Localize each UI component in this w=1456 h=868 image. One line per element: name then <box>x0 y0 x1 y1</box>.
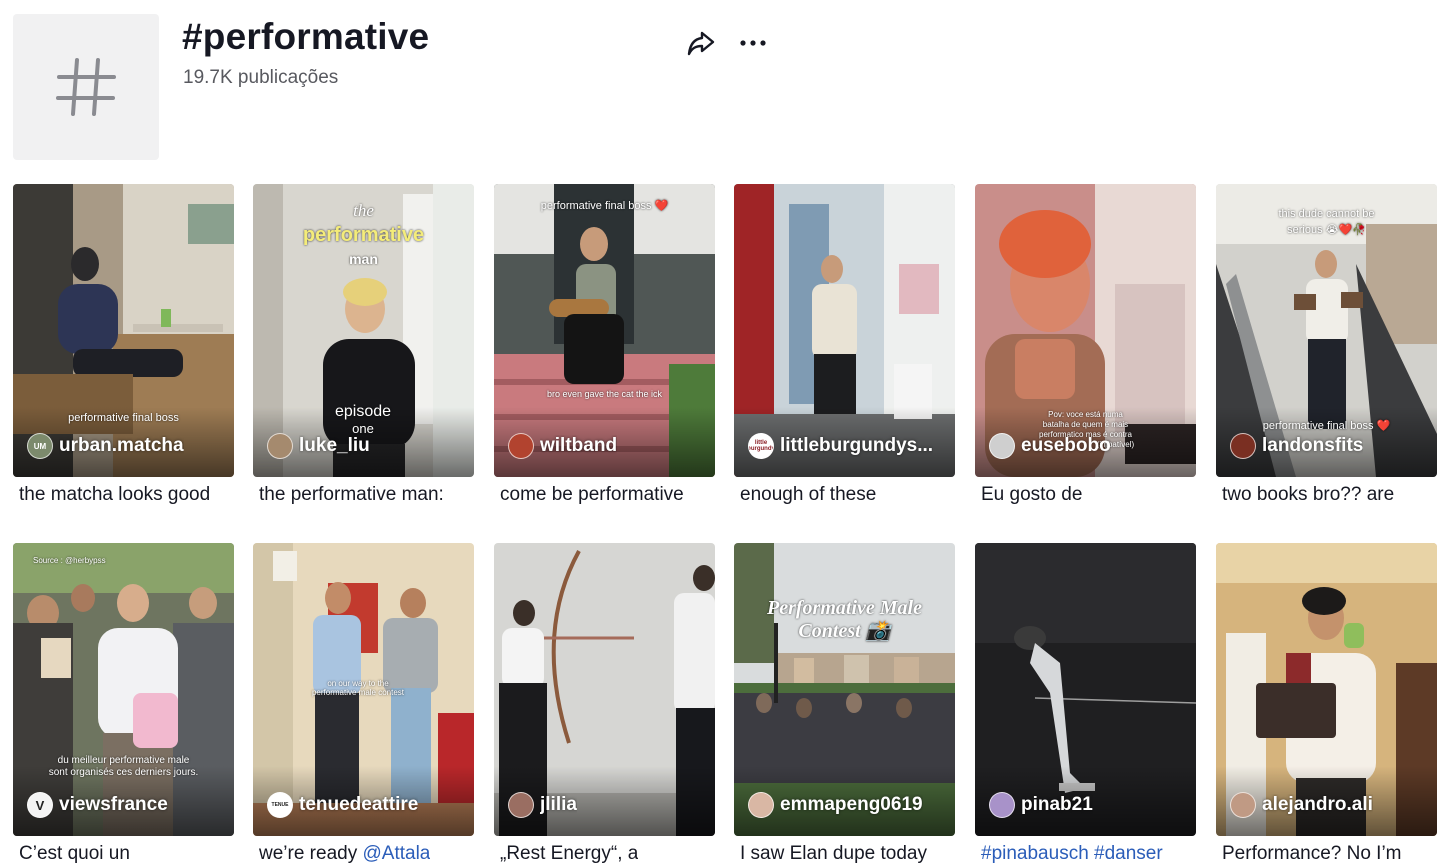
username[interactable]: wiltband <box>540 435 617 457</box>
video-caption-overlay: episode <box>334 403 392 420</box>
video-author[interactable]: luke_liu <box>267 433 370 459</box>
tag-header: #performative 19.7K publicações <box>0 0 1456 170</box>
video-author[interactable]: wiltband <box>508 433 617 459</box>
video-caption-overlay: du meilleur performative male <box>57 755 190 766</box>
avatar <box>267 433 293 459</box>
mention-link[interactable]: @Attala <box>363 843 431 864</box>
video-description[interactable]: #pinabausch #danser <box>981 843 1163 865</box>
video-caption-overlay: Contest 📸 <box>798 620 891 642</box>
video-caption-overlay: bro even gave the cat the ick <box>546 389 663 399</box>
username[interactable]: tenuedeattire <box>299 794 418 816</box>
page-title: #performative <box>182 16 430 57</box>
video-thumbnail[interactable]: performative final boss UM urban.matcha <box>13 184 234 477</box>
video-author[interactable]: landonsfits <box>1230 433 1363 459</box>
video-caption-overlay: this dude cannot be <box>1278 208 1375 220</box>
username[interactable]: littleburgundys... <box>780 435 933 457</box>
username[interactable]: eusebobo <box>1021 435 1111 457</box>
avatar <box>989 433 1015 459</box>
video-author[interactable]: alejandro.ali <box>1230 792 1373 818</box>
username[interactable]: emmapeng0619 <box>780 794 923 816</box>
video-caption-overlay: performative <box>302 224 425 246</box>
video-caption-overlay: Source : @herbypss <box>33 556 106 565</box>
video-thumbnail[interactable]: jlilia <box>494 543 715 836</box>
video-thumbnail[interactable]: Source : @herbypss du meilleur performat… <box>13 543 234 836</box>
avatar: UM <box>27 433 53 459</box>
video-caption-overlay: man <box>349 251 378 267</box>
avatar: little burgundy <box>748 433 774 459</box>
username[interactable]: pinab21 <box>1021 794 1093 816</box>
video-author[interactable]: pinab21 <box>989 792 1093 818</box>
video-author[interactable]: jlilia <box>508 792 577 818</box>
video-caption-overlay: the <box>353 201 374 220</box>
video-caption-overlay: serious 😭❤️🥀 <box>1287 224 1366 236</box>
username[interactable]: urban.matcha <box>59 435 184 457</box>
video-description[interactable]: C’est quoi un <box>19 843 130 865</box>
video-thumbnail[interactable]: Performative Male Contest 📸 emmapeng0619 <box>734 543 955 836</box>
more-options-button[interactable] <box>736 28 770 58</box>
avatar <box>989 792 1015 818</box>
video-caption-overlay: performative final boss ❤️ <box>540 200 669 212</box>
post-count: 19.7K publicações <box>183 67 339 88</box>
video-description[interactable]: Performance? No I’m <box>1222 843 1402 865</box>
video-thumbnail[interactable]: little burgundy littleburgundys... <box>734 184 955 477</box>
video-thumbnail[interactable]: Pov: voce está numa batalha de quem é ma… <box>975 184 1196 477</box>
video-description[interactable]: we’re ready @Attala <box>259 843 430 865</box>
video-description[interactable]: I saw Elan dupe today <box>740 843 927 865</box>
avatar <box>1230 792 1256 818</box>
video-author[interactable]: emmapeng0619 <box>748 792 923 818</box>
video-description[interactable]: „Rest Energy“, a <box>500 843 638 865</box>
avatar: TENUE <box>267 792 293 818</box>
video-thumbnail[interactable]: performative final boss ❤️ bro even gave… <box>494 184 715 477</box>
video-caption-overlay: sont organisés ces derniers jours. <box>48 767 199 778</box>
avatar <box>748 792 774 818</box>
video-author[interactable]: little burgundy littleburgundys... <box>748 433 933 459</box>
more-dots-icon <box>740 40 766 46</box>
username[interactable]: jlilia <box>540 794 577 816</box>
video-caption-overlay: on our way to the <box>327 679 389 688</box>
video-description[interactable]: enough of these <box>740 484 876 506</box>
video-thumbnail[interactable]: this dude cannot be serious 😭❤️🥀 perform… <box>1216 184 1437 477</box>
username[interactable]: landonsfits <box>1262 435 1363 457</box>
avatar <box>508 433 534 459</box>
video-thumbnail[interactable]: alejandro.ali <box>1216 543 1437 836</box>
video-caption-overlay: batalha de quem é mais <box>1042 420 1129 429</box>
username[interactable]: viewsfrance <box>59 794 168 816</box>
video-author[interactable]: UM urban.matcha <box>27 433 184 459</box>
username[interactable]: luke_liu <box>299 435 370 457</box>
video-thumbnail[interactable]: the performative man episode one luke_li… <box>253 184 474 477</box>
video-caption-overlay: performative final boss ❤️ <box>1262 420 1391 432</box>
share-button[interactable] <box>684 28 718 58</box>
video-caption-overlay: performative male contest <box>311 688 405 697</box>
video-description[interactable]: the matcha looks good <box>19 484 210 506</box>
video-author[interactable]: TENUE tenuedeattire <box>267 792 418 818</box>
video-description[interactable]: the performative man: <box>259 484 444 506</box>
video-caption-overlay: performative final boss <box>68 412 179 424</box>
video-author[interactable]: V viewsfrance <box>27 792 168 818</box>
video-author[interactable]: eusebobo <box>989 433 1111 459</box>
video-description[interactable]: two books bro?? are <box>1222 484 1394 506</box>
avatar: V <box>27 792 53 818</box>
video-caption-overlay: Pov: voce está numa <box>1048 410 1123 419</box>
video-description[interactable]: Eu gosto de <box>981 484 1082 506</box>
avatar <box>508 792 534 818</box>
username[interactable]: alejandro.ali <box>1262 794 1373 816</box>
video-thumbnail[interactable]: on our way to the performative male cont… <box>253 543 474 836</box>
share-arrow-icon <box>687 31 715 56</box>
video-thumbnail[interactable]: pinab21 <box>975 543 1196 836</box>
hashtag-icon <box>56 58 116 116</box>
video-description[interactable]: come be performative <box>500 484 684 506</box>
video-caption-overlay: Performative Male <box>767 597 922 619</box>
hashtag-avatar <box>13 14 159 160</box>
avatar <box>1230 433 1256 459</box>
